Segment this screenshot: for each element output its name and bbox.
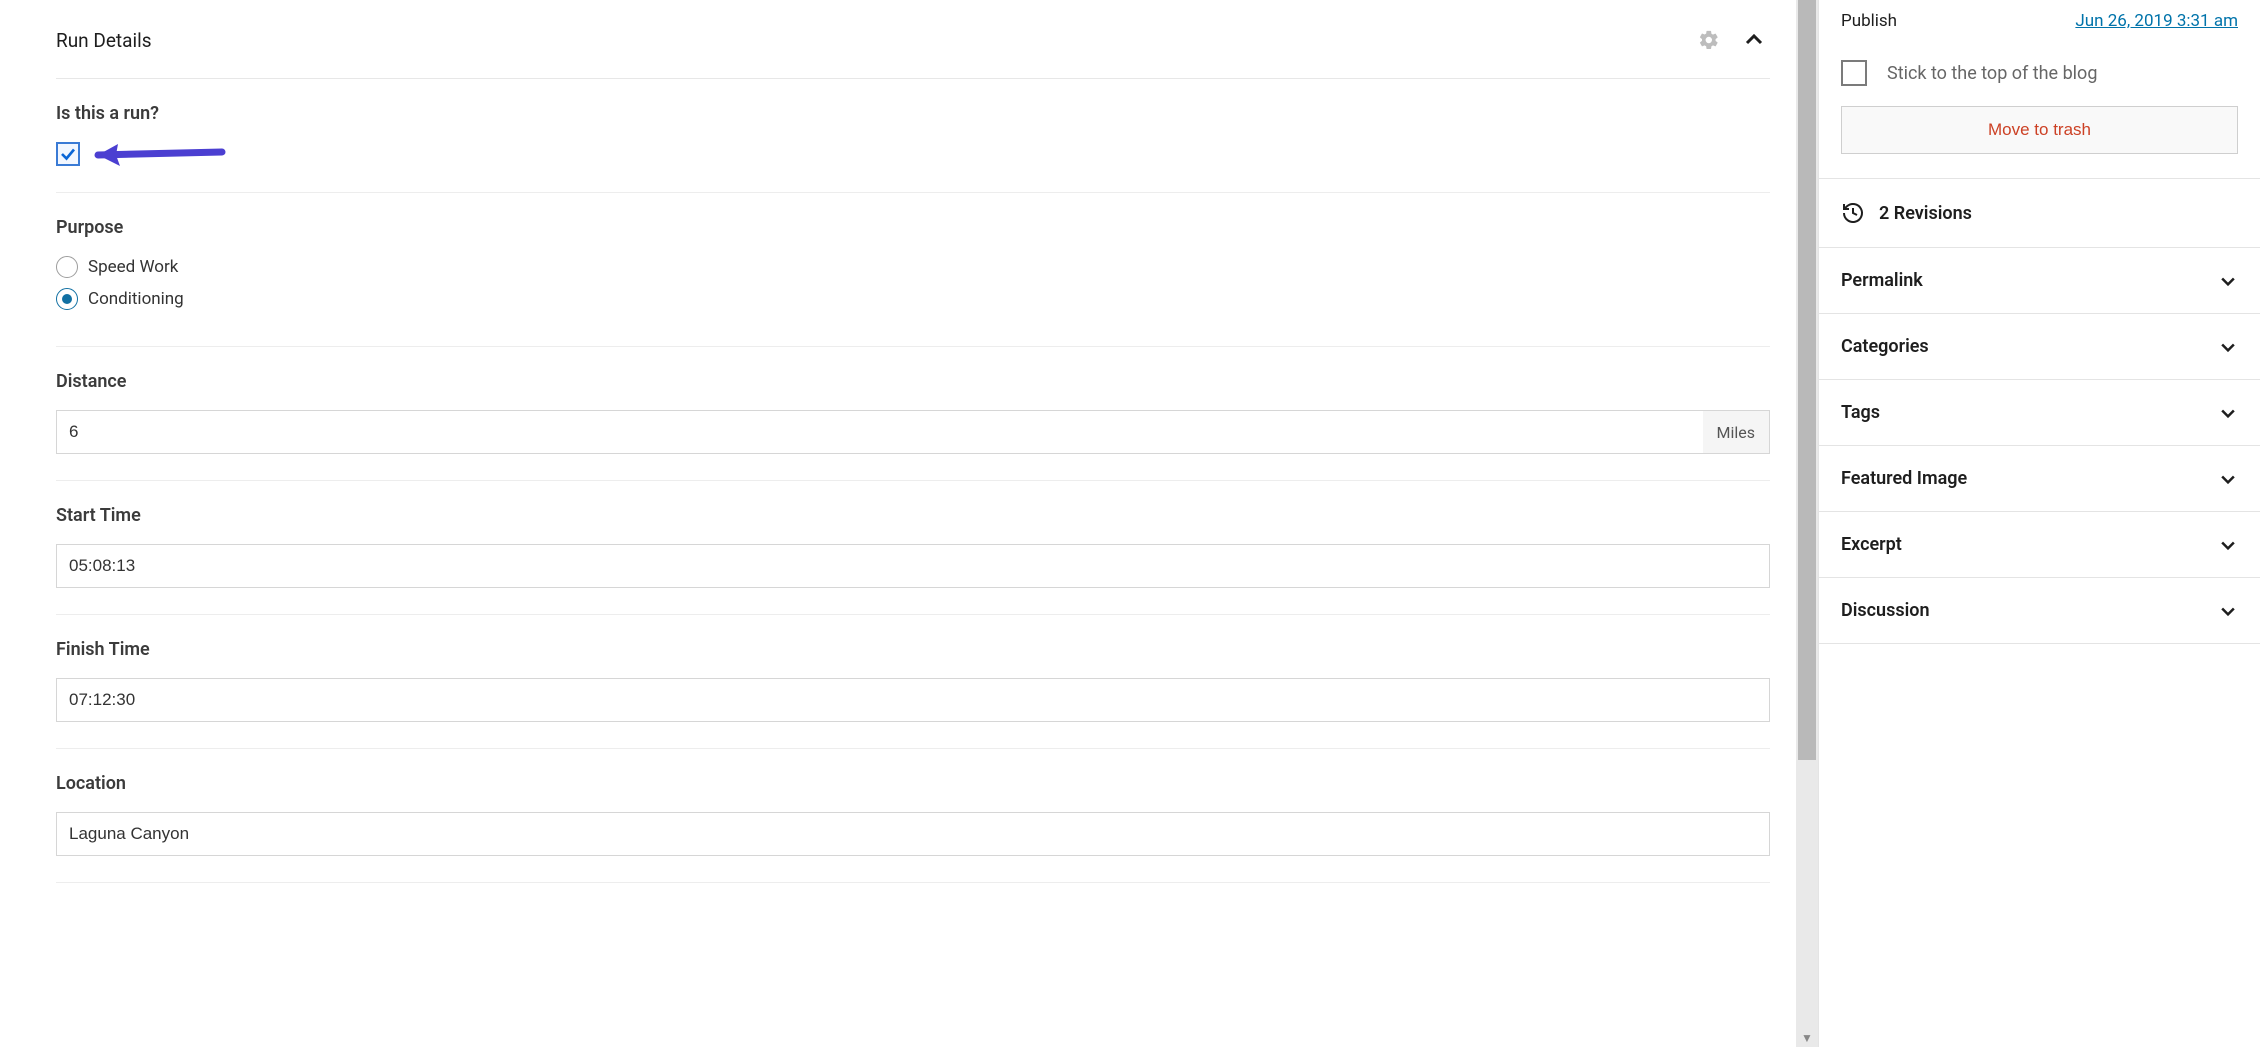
sticky-row: Stick to the top of the blog xyxy=(1819,46,2260,106)
field-label: Location xyxy=(56,773,1770,794)
scrollbar-thumb[interactable] xyxy=(1798,0,1816,760)
panel-label: Discussion xyxy=(1841,600,1930,621)
chevron-down-icon xyxy=(2218,271,2238,291)
panel-label: Tags xyxy=(1841,402,1880,423)
chevron-down-icon xyxy=(2218,403,2238,423)
panel-collapse-button[interactable] xyxy=(1738,24,1770,56)
chevron-down-icon xyxy=(2218,535,2238,555)
annotation-arrow xyxy=(96,142,226,166)
field-is-run: Is this a run? xyxy=(56,79,1770,193)
chevron-up-icon xyxy=(1742,28,1766,52)
panel-label: Excerpt xyxy=(1841,534,1902,555)
chevron-down-icon xyxy=(2218,469,2238,489)
distance-input[interactable] xyxy=(56,410,1703,454)
panel-label: Permalink xyxy=(1841,270,1923,291)
radio-icon xyxy=(56,288,78,310)
is-run-checkbox[interactable] xyxy=(56,142,80,166)
field-purpose: Purpose Speed Work Conditioning xyxy=(56,193,1770,347)
move-to-trash-button[interactable]: Move to trash xyxy=(1841,106,2238,154)
field-distance: Distance Miles xyxy=(56,347,1770,481)
distance-unit: Miles xyxy=(1703,410,1771,454)
panel-discussion[interactable]: Discussion xyxy=(1819,577,2260,644)
finish-time-input[interactable] xyxy=(56,678,1770,722)
radio-label: Speed Work xyxy=(88,257,178,277)
sticky-checkbox[interactable] xyxy=(1841,60,1867,86)
scrollbar[interactable]: ▼ xyxy=(1796,0,1818,1047)
panel-settings-button[interactable] xyxy=(1694,25,1724,55)
panel-label: Categories xyxy=(1841,336,1929,357)
panel-label: Featured Image xyxy=(1841,468,1967,489)
panel-featured-image[interactable]: Featured Image xyxy=(1819,445,2260,511)
field-label: Is this a run? xyxy=(56,103,1770,124)
radio-option-speed-work[interactable]: Speed Work xyxy=(56,256,1770,278)
panel-header: Run Details xyxy=(56,0,1770,79)
field-start-time: Start Time xyxy=(56,481,1770,615)
location-input[interactable] xyxy=(56,812,1770,856)
field-label: Purpose xyxy=(56,217,1770,238)
panel-excerpt[interactable]: Excerpt xyxy=(1819,511,2260,577)
chevron-down-icon xyxy=(2218,337,2238,357)
panel-permalink[interactable]: Permalink xyxy=(1819,247,2260,313)
field-label: Start Time xyxy=(56,505,1770,526)
check-icon xyxy=(59,145,77,163)
sidebar: Publish Jun 26, 2019 3:31 am Stick to th… xyxy=(1818,0,2260,1047)
history-icon xyxy=(1841,201,1865,225)
panel-tags[interactable]: Tags xyxy=(1819,379,2260,445)
field-finish-time: Finish Time xyxy=(56,615,1770,749)
scrollbar-down-icon[interactable]: ▼ xyxy=(1796,1031,1818,1045)
sticky-label: Stick to the top of the blog xyxy=(1887,63,2097,84)
field-label: Distance xyxy=(56,371,1770,392)
panel-header-actions xyxy=(1694,24,1770,56)
chevron-down-icon xyxy=(2218,601,2238,621)
revisions-row[interactable]: 2 Revisions xyxy=(1819,179,2260,247)
main-content: Run Details Is this a run? Purpose xyxy=(0,0,1796,1047)
publish-date-link[interactable]: Jun 26, 2019 3:31 am xyxy=(2075,11,2238,31)
publish-row: Publish Jun 26, 2019 3:31 am xyxy=(1819,0,2260,46)
start-time-input[interactable] xyxy=(56,544,1770,588)
publish-label: Publish xyxy=(1841,11,1897,31)
radio-label: Conditioning xyxy=(88,289,184,309)
field-label: Finish Time xyxy=(56,639,1770,660)
panel-title: Run Details xyxy=(56,29,152,52)
panel-categories[interactable]: Categories xyxy=(1819,313,2260,379)
revisions-label: 2 Revisions xyxy=(1879,203,1972,224)
gear-icon xyxy=(1698,29,1720,51)
radio-option-conditioning[interactable]: Conditioning xyxy=(56,288,1770,310)
radio-icon xyxy=(56,256,78,278)
field-location: Location xyxy=(56,749,1770,883)
